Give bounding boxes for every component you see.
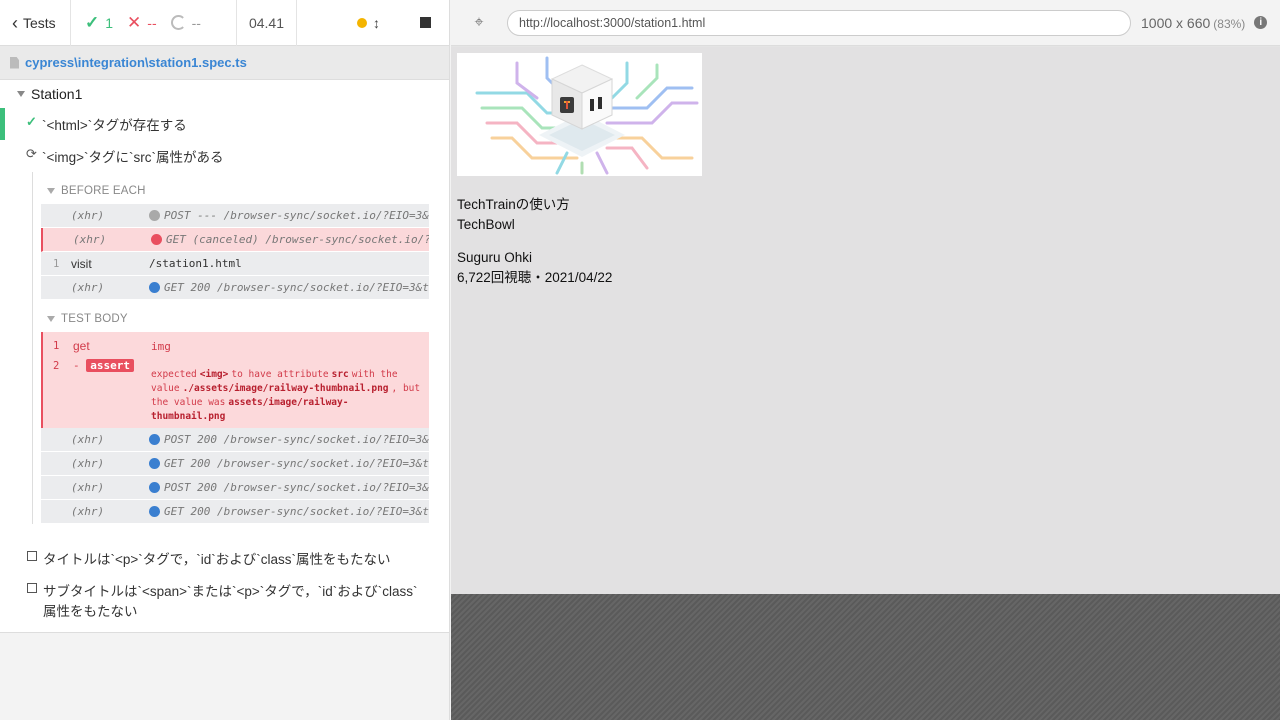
runnables-list: Station1 ✓ `<html>`タグが存在する ⟳ `<img>`タグに`… — [0, 80, 449, 633]
test-title: タイトルは`<p>`タグで，`id`および`class`属性をもたない — [43, 552, 391, 567]
command-row[interactable]: (xhr) POST 200 /browser-sync/socket.io/?… — [41, 428, 429, 452]
test-title: `<img>`タグに`src`属性がある — [42, 150, 224, 165]
status-dot-icon — [149, 482, 160, 493]
command-row[interactable]: (xhr) GET (canceled) /browser-sync/socke… — [41, 228, 429, 252]
status-dot-icon — [149, 210, 160, 221]
view-count-date: 6,722回視聴・2021/04/22 — [457, 270, 613, 285]
check-icon: ✓ — [26, 114, 37, 129]
hook-test-body[interactable]: TEST BODY — [41, 306, 429, 332]
aut-header: ⌖ http://localhost:3000/station1.html 10… — [451, 0, 1280, 46]
url-display[interactable]: http://localhost:3000/station1.html — [507, 9, 1131, 36]
aut-background-stripes — [451, 594, 1280, 720]
assertion-error-message: expected <img> to have attribute src with th… — [151, 369, 421, 422]
passed-count: ✓ 1 — [85, 13, 114, 32]
suite-title[interactable]: Station1 — [0, 80, 449, 108]
command-row[interactable]: (xhr) GET 200 /browser-sync/socket.io/?E… — [41, 452, 429, 476]
test-stats: ✓ 1 ✕ -- -- — [71, 0, 237, 46]
pending-square-icon — [27, 551, 37, 561]
tests-back-button[interactable]: ‹ Tests — [0, 0, 71, 46]
pending-count: -- — [170, 15, 201, 31]
info-icon[interactable]: i — [1254, 16, 1268, 29]
reporter-header: ‹ Tests ✓ 1 ✕ -- -- 04.41 ↕ — [0, 0, 449, 46]
command-row[interactable]: (xhr) POST --- /browser-sync/socket.io/?… — [41, 204, 429, 228]
duration: 04.41 — [237, 0, 297, 46]
test-item[interactable]: サブタイトルは`<span>`または`<p>`タグで，`id`および`class… — [0, 574, 449, 626]
stop-button[interactable] — [420, 17, 431, 28]
viewport-size: 1000 x 660 (83%) — [1141, 14, 1246, 31]
failed-count: ✕ -- — [127, 13, 157, 32]
thumbnail-image — [457, 53, 702, 176]
check-icon: ✓ — [85, 13, 100, 32]
command-row[interactable]: 1 get img — [43, 336, 429, 356]
caret-down-icon — [47, 316, 55, 322]
command-row[interactable]: (xhr) POST 200 /browser-sync/socket.io/?… — [41, 476, 429, 500]
tests-label: Tests — [23, 14, 56, 31]
auto-scroll-toggle-icon[interactable]: ↕ — [373, 15, 380, 31]
command-row[interactable]: (xhr) GET 200 /browser-sync/socket.io/?E… — [41, 276, 429, 300]
channel-name: TechBowl — [457, 217, 515, 232]
selector-playground-target-icon[interactable]: ⌖ — [451, 14, 507, 32]
test-item[interactable]: ✓ `<html>`タグが存在する — [0, 108, 449, 140]
spec-file-header: cypress\integration\station1.spec.ts — [0, 46, 449, 80]
aut-iframe: TechTrainの使い方 TechBowl Suguru Ohki 6,722… — [451, 47, 1280, 594]
reporter-panel: ‹ Tests ✓ 1 ✕ -- -- 04.41 ↕ cypress\inte… — [0, 0, 450, 720]
spec-file-link[interactable]: cypress\integration\station1.spec.ts — [25, 55, 247, 70]
cypress-runner: ‹ Tests ✓ 1 ✕ -- -- 04.41 ↕ cypress\inte… — [0, 0, 1280, 720]
test-item[interactable]: タイトルは`<p>`タグで，`id`および`class`属性をもたない — [0, 542, 449, 574]
command-row[interactable]: (xhr) GET 200 /browser-sync/socket.io/?E… — [41, 500, 429, 524]
video-title: TechTrainの使い方 — [457, 197, 570, 212]
command-row[interactable]: 1 visit /station1.html — [41, 252, 429, 276]
failed-command-block[interactable]: 1 get img 2 - assert expected <img> to hav… — [41, 332, 429, 428]
test-title: サブタイトルは`<span>`または`<p>`タグで，`id`および`class… — [43, 584, 418, 619]
author-name: Suguru Ohki — [457, 250, 533, 265]
status-dot-icon — [149, 458, 160, 469]
running-status-dot-icon — [357, 17, 367, 28]
caret-down-icon — [17, 91, 25, 97]
file-icon — [10, 56, 19, 69]
run-controls: ↕ — [297, 0, 449, 46]
chevron-left-icon: ‹ — [12, 12, 18, 33]
refresh-icon: ⟳ — [26, 146, 37, 161]
command-log: BEFORE EACH (xhr) POST --- /browser-sync… — [32, 172, 449, 524]
caret-down-icon — [47, 188, 55, 194]
cross-icon: ✕ — [127, 13, 142, 32]
test-title: `<html>`タグが存在する — [42, 118, 187, 133]
status-dot-icon — [149, 506, 160, 517]
spinner-icon — [170, 15, 186, 30]
pending-square-icon — [27, 583, 37, 593]
assert-badge: assert — [86, 359, 134, 372]
status-dot-icon — [151, 234, 162, 245]
hook-before-each[interactable]: BEFORE EACH — [41, 178, 429, 204]
status-dot-icon — [149, 282, 160, 293]
test-item[interactable]: ⟳ `<img>`タグに`src`属性がある — [0, 140, 449, 172]
app-under-test-panel: ⌖ http://localhost:3000/station1.html 10… — [451, 0, 1280, 720]
status-dot-icon — [149, 434, 160, 445]
